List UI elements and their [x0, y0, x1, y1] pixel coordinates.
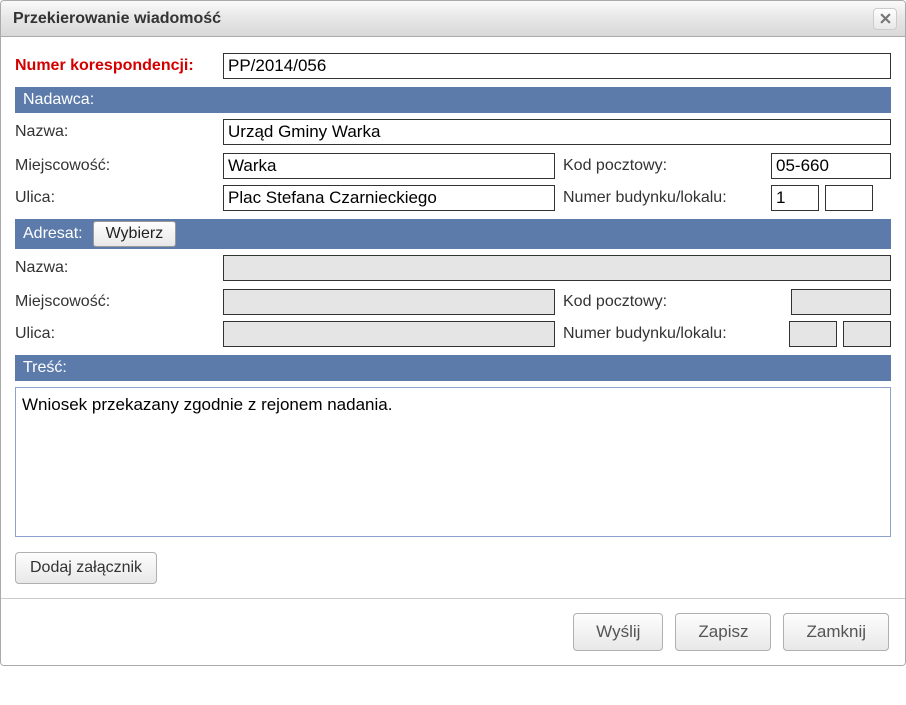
numer-korespondencji-input[interactable]	[223, 53, 891, 79]
tresc-textarea[interactable]	[15, 387, 891, 537]
save-button[interactable]: Zapisz	[675, 613, 771, 651]
adresat-ulica-input[interactable]	[223, 321, 555, 347]
nadawca-kod-label: Kod pocztowy:	[563, 157, 763, 175]
adresat-ulica-label: Ulica:	[15, 325, 215, 343]
section-nadawca-title: Nadawca:	[23, 91, 94, 109]
dialog-body: Numer korespondencji: Nadawca: Nazwa: Mi…	[1, 37, 905, 598]
section-tresc-header: Treść:	[15, 355, 891, 381]
adresat-kod-label: Kod pocztowy:	[563, 293, 763, 311]
nadawca-kod-input[interactable]	[771, 153, 891, 179]
dialog-title: Przekierowanie wiadomość	[13, 10, 873, 28]
nadawca-miejscowosc-label: Miejscowość:	[15, 157, 215, 175]
section-nadawca-header: Nadawca:	[15, 87, 891, 113]
nadawca-miejscowosc-input[interactable]	[223, 153, 555, 179]
nadawca-ulica-input[interactable]	[223, 185, 555, 211]
adresat-kod-input[interactable]	[791, 289, 891, 315]
adresat-nazwa-label: Nazwa:	[15, 259, 215, 277]
dialog-actions: Wyślij Zapisz Zamknij	[1, 598, 905, 665]
adresat-miejscowosc-input[interactable]	[223, 289, 555, 315]
nadawca-ulica-label: Ulica:	[15, 189, 215, 207]
titlebar: Przekierowanie wiadomość	[1, 1, 905, 37]
numer-korespondencji-label: Numer korespondencji:	[15, 56, 215, 76]
section-adresat-header: Adresat: Wybierz	[15, 219, 891, 249]
close-icon[interactable]	[873, 8, 897, 30]
send-button[interactable]: Wyślij	[573, 613, 663, 651]
adresat-nr-budynku-input[interactable]	[789, 321, 837, 347]
section-tresc-title: Treść:	[23, 359, 67, 377]
dialog: Przekierowanie wiadomość Numer korespond…	[0, 0, 906, 666]
adresat-nr-lokalu-input[interactable]	[843, 321, 891, 347]
nadawca-nr-label: Numer budynku/lokalu:	[563, 189, 763, 207]
section-adresat-title: Adresat:	[23, 225, 83, 243]
wybierz-button[interactable]: Wybierz	[93, 221, 177, 247]
nadawca-nazwa-input[interactable]	[223, 119, 891, 145]
nadawca-nr-budynku-input[interactable]	[771, 185, 819, 211]
nadawca-nazwa-label: Nazwa:	[15, 123, 215, 141]
adresat-nazwa-input[interactable]	[223, 255, 891, 281]
adresat-nr-label: Numer budynku/lokalu:	[563, 325, 763, 343]
close-button[interactable]: Zamknij	[783, 613, 889, 651]
add-attachment-button[interactable]: Dodaj załącznik	[15, 552, 157, 584]
adresat-miejscowosc-label: Miejscowość:	[15, 293, 215, 311]
nadawca-nr-lokalu-input[interactable]	[825, 185, 873, 211]
